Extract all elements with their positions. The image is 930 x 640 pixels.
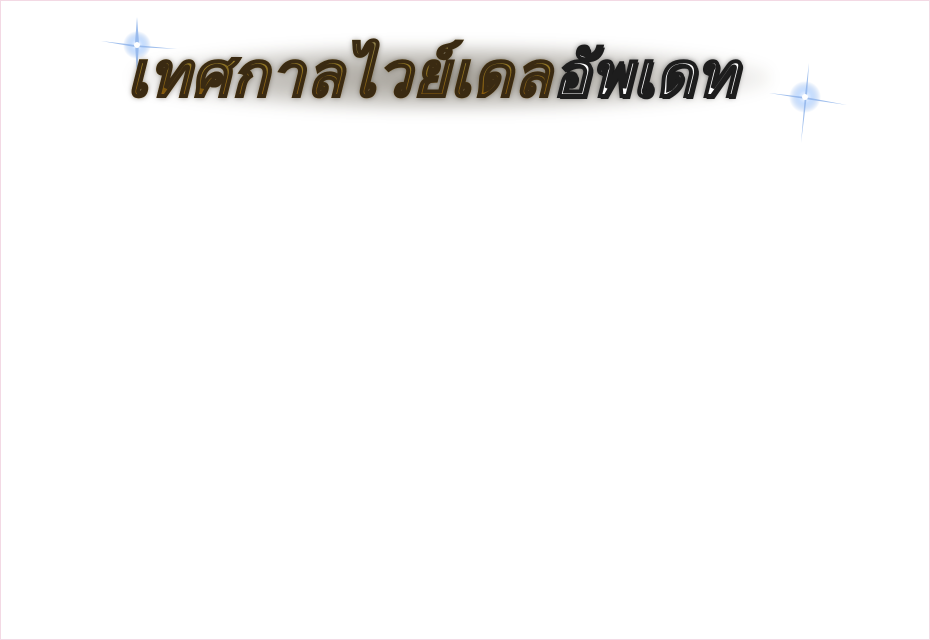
title-white-text: อัพเดท — [552, 37, 738, 112]
sparkle-icon — [761, 59, 851, 149]
page-canvas: เทศกาลไวย์เดล อัพเดท — [0, 0, 930, 640]
page-title: เทศกาลไวย์เดล อัพเดท — [126, 33, 738, 117]
title-banner: เทศกาลไวย์เดล อัพเดท — [91, 15, 851, 143]
title-gold-text: เทศกาลไวย์เดล — [126, 33, 553, 117]
